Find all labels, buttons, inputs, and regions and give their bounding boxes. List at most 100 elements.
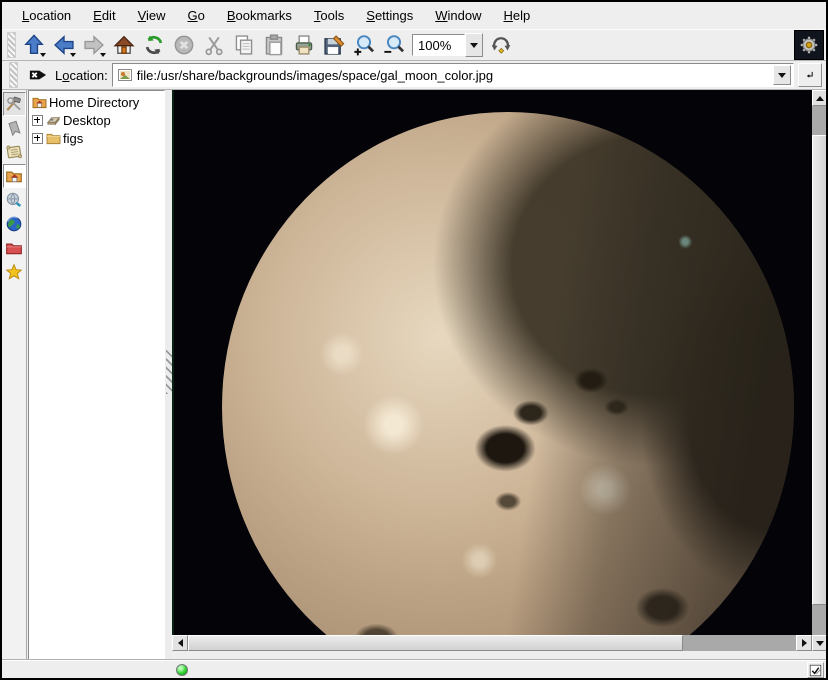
expand-plus-icon[interactable] xyxy=(32,115,43,126)
network-icon xyxy=(5,191,23,209)
tree-item-figs[interactable]: figs xyxy=(31,129,164,147)
location-combobox[interactable]: file:/usr/share/backgrounds/images/space… xyxy=(112,63,794,87)
location-input[interactable]: file:/usr/share/backgrounds/images/space… xyxy=(137,68,769,83)
print-icon xyxy=(293,34,315,56)
sidebar-bookmarks-button[interactable] xyxy=(3,116,26,140)
horizontal-scroll-track[interactable] xyxy=(683,635,796,651)
zoom-level-value[interactable]: 100% xyxy=(412,34,465,56)
tools-icon xyxy=(5,95,23,113)
location-dropdown-button[interactable] xyxy=(773,65,791,85)
scroll-icon xyxy=(5,143,23,161)
zoom-dropdown-button[interactable] xyxy=(465,33,483,57)
sidebar-services-button[interactable] xyxy=(3,260,26,284)
sidebar-configure-button[interactable] xyxy=(3,92,26,116)
bookmark-icon xyxy=(6,120,23,137)
menu-help[interactable]: Help xyxy=(494,5,541,26)
up-dropdown-arrow[interactable] xyxy=(40,53,46,57)
horizontal-scroll-thumb[interactable] xyxy=(188,635,683,651)
chevron-down-icon xyxy=(470,43,478,48)
sidebar-home-directory-button[interactable] xyxy=(3,164,26,188)
zoom-out-icon xyxy=(383,34,405,56)
active-view-led xyxy=(176,664,188,676)
vertical-scrollbar[interactable] xyxy=(812,90,828,651)
back-button[interactable] xyxy=(50,31,78,59)
zoom-in-icon xyxy=(353,34,375,56)
triangle-right-icon xyxy=(802,639,807,647)
globe-icon xyxy=(5,215,23,233)
triangle-left-icon xyxy=(178,639,183,647)
menu-window[interactable]: Window xyxy=(425,5,491,26)
back-dropdown-arrow[interactable] xyxy=(70,53,76,57)
sidebar-web-browser-button[interactable] xyxy=(3,212,26,236)
forward-button xyxy=(80,31,108,59)
star-icon xyxy=(5,263,23,281)
menu-go[interactable]: Go xyxy=(178,5,215,26)
cut-icon xyxy=(203,34,225,56)
folder-home-icon xyxy=(31,95,47,109)
scroll-right-button[interactable] xyxy=(796,635,812,651)
triangle-up-icon xyxy=(816,96,824,101)
menu-settings[interactable]: Settings xyxy=(356,5,423,26)
print-button[interactable] xyxy=(290,31,318,59)
menu-location[interactable]: Location xyxy=(12,5,81,26)
home-button[interactable] xyxy=(110,31,138,59)
copy-icon xyxy=(233,34,255,56)
location-label: Location: xyxy=(55,68,108,83)
gear-icon xyxy=(798,34,820,56)
save-as-button[interactable] xyxy=(320,31,348,59)
reload-button[interactable] xyxy=(140,31,168,59)
clear-location-button[interactable] xyxy=(26,63,50,87)
location-toolbar: Location: file:/usr/share/backgrounds/im… xyxy=(2,61,826,90)
toolbar-drag-handle[interactable] xyxy=(7,32,16,58)
zoom-in-button[interactable] xyxy=(350,31,378,59)
cut-button xyxy=(200,31,228,59)
zoom-out-button[interactable] xyxy=(380,31,408,59)
menubar: Location Edit View Go Bookmarks Tools Se… xyxy=(2,2,826,29)
vertical-scroll-thumb[interactable] xyxy=(812,135,828,605)
stop-icon xyxy=(173,34,195,56)
folder-home-icon xyxy=(5,167,23,185)
sidebar-network-button[interactable] xyxy=(3,188,26,212)
tree-item-label[interactable]: Desktop xyxy=(63,113,111,128)
folder-tree-panel: Home Directory Desktop f xyxy=(28,90,165,660)
clear-location-icon xyxy=(28,65,48,85)
stop-button xyxy=(170,31,198,59)
paste-button xyxy=(260,31,288,59)
red-folder-icon xyxy=(5,239,23,257)
sidebar-history-button[interactable] xyxy=(3,140,26,164)
menu-bookmarks[interactable]: Bookmarks xyxy=(217,5,302,26)
image-view[interactable] xyxy=(172,90,812,635)
locationbar-drag-handle[interactable] xyxy=(9,62,18,88)
rotate-button[interactable] xyxy=(487,31,515,59)
expand-plus-icon[interactable] xyxy=(32,133,43,144)
forward-dropdown-arrow xyxy=(100,53,106,57)
checkbox-check-icon xyxy=(809,664,822,677)
statusbar-indicator-button[interactable] xyxy=(807,662,824,678)
go-button[interactable] xyxy=(798,63,822,87)
triangle-down-icon xyxy=(816,641,824,646)
tree-item-label[interactable]: Home Directory xyxy=(49,95,139,110)
menu-tools[interactable]: Tools xyxy=(304,5,354,26)
tree-item-desktop[interactable]: Desktop xyxy=(31,111,164,129)
scroll-up-button[interactable] xyxy=(812,90,828,106)
enter-arrow-icon xyxy=(805,66,815,84)
scroll-down-button[interactable] xyxy=(812,635,828,651)
panel-splitter[interactable] xyxy=(165,90,172,660)
splitter-grip[interactable] xyxy=(166,350,172,394)
tree-item-home-directory[interactable]: Home Directory xyxy=(31,93,164,111)
sidebar-root-folder-button[interactable] xyxy=(3,236,26,260)
up-button[interactable] xyxy=(20,31,48,59)
home-icon xyxy=(113,34,135,56)
menu-view[interactable]: View xyxy=(128,5,176,26)
kde-gear-logo xyxy=(794,30,824,60)
desktop-icon xyxy=(45,113,61,127)
rotate-icon xyxy=(490,34,512,56)
tree-item-label[interactable]: figs xyxy=(63,131,83,146)
paste-icon xyxy=(263,34,285,56)
chevron-down-icon xyxy=(778,73,786,78)
horizontal-scrollbar[interactable] xyxy=(172,635,812,651)
copy-button xyxy=(230,31,258,59)
scroll-left-button[interactable] xyxy=(172,635,188,651)
menu-edit[interactable]: Edit xyxy=(83,5,125,26)
reload-icon xyxy=(143,34,165,56)
